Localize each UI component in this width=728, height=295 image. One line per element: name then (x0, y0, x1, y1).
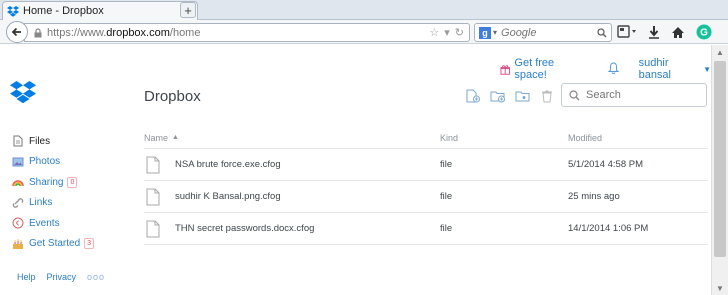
table-header: Name ▲ Kind Modified (144, 127, 708, 149)
sidebar-item-events[interactable]: Events (12, 213, 94, 234)
sidebar-item-get-started[interactable]: Get Started 3 (12, 234, 95, 255)
links-icon (12, 197, 24, 209)
sidebar-item-files[interactable]: Files (12, 131, 94, 152)
reload-icon[interactable]: ↻ (455, 26, 464, 39)
file-icon (146, 220, 160, 237)
dropbox-favicon-icon (7, 6, 19, 17)
file-actions-toolbar (465, 89, 556, 103)
url-text: https://www.dropbox.com/home (47, 26, 201, 39)
table-row[interactable]: THN secret passwords.docx.cfog file 14/1… (144, 213, 708, 245)
file-kind: file (440, 191, 453, 202)
scroll-down-icon[interactable]: ▼ (712, 281, 728, 295)
new-folder-icon[interactable] (490, 89, 506, 103)
scrollbar-thumb[interactable] (714, 61, 726, 257)
file-name[interactable]: sudhir K Bansal.png.cfog (175, 191, 281, 202)
notifications-bell-icon[interactable] (607, 61, 619, 77)
vertical-scrollbar[interactable]: ▲ ▼ (711, 45, 728, 295)
bookmark-star-icon[interactable]: ☆ (429, 26, 439, 39)
tab-strip: Home - Dropbox × + (0, 0, 728, 20)
get-started-icon (12, 238, 24, 250)
get-started-count-badge: 3 (84, 238, 95, 250)
browser-search-bar[interactable]: g ▾ (474, 23, 612, 42)
search-input[interactable] (586, 89, 696, 101)
upload-icon[interactable] (465, 89, 481, 103)
lock-icon (34, 27, 42, 37)
file-icon (146, 188, 160, 205)
delete-icon[interactable] (540, 89, 556, 103)
sidebar-item-sharing[interactable]: Sharing 0 (12, 172, 94, 193)
nav-bar: https://www.dropbox.com/home ☆ ▾ ↻ g ▾ G (0, 20, 728, 44)
file-table: Name ▲ Kind Modified NSA brute force.exe.… (144, 127, 708, 245)
download-icon[interactable] (648, 25, 660, 39)
file-modified: 14/1/2014 1:06 PM (568, 223, 649, 234)
browser-tab[interactable]: Home - Dropbox × (2, 1, 198, 20)
privacy-link[interactable]: Privacy (47, 272, 77, 282)
sharing-count-badge: 0 (67, 176, 78, 188)
reader-view-icon[interactable] (617, 25, 637, 39)
url-bar[interactable]: https://www.dropbox.com/home ☆ ▾ ↻ (24, 23, 470, 42)
sidebar-item-links[interactable]: Links (12, 193, 94, 214)
help-link[interactable]: Help (17, 272, 36, 282)
more-options-icon[interactable]: ooo (87, 272, 105, 282)
search-icon (569, 89, 580, 100)
sidebar-item-photos[interactable]: Photos (12, 152, 94, 173)
events-icon (12, 217, 24, 229)
browser-search-input[interactable] (501, 26, 597, 39)
page-title: Dropbox (144, 88, 201, 105)
search-engine-dropdown-icon[interactable]: ▾ (493, 28, 497, 37)
sort-ascending-icon: ▲ (172, 134, 179, 141)
photos-icon (12, 156, 24, 168)
footer-links: Help Privacy ooo (17, 272, 105, 282)
file-name[interactable]: THN secret passwords.docx.cfog (175, 223, 314, 234)
home-icon[interactable] (671, 26, 685, 39)
file-kind: file (440, 159, 453, 170)
page-content: Get free space! sudhir bansal▼ Dropbox F… (0, 45, 711, 295)
user-menu[interactable]: sudhir bansal ▼ (639, 57, 711, 81)
tab-title: Home - Dropbox (23, 5, 104, 17)
sharing-icon (12, 176, 24, 188)
dropdown-history-icon[interactable]: ▾ (444, 26, 450, 39)
share-folder-icon[interactable] (515, 89, 531, 103)
table-row[interactable]: sudhir K Bansal.png.cfog file 25 mins ag… (144, 181, 708, 213)
new-tab-button[interactable]: + (180, 2, 196, 18)
get-free-space-link[interactable]: Get free space! (500, 57, 586, 81)
magnifier-icon[interactable] (597, 27, 607, 38)
sidebar-nav: Files Photos Sharing 0 Links Events Get … (12, 131, 95, 255)
back-button[interactable] (6, 21, 28, 43)
user-menu-caret-icon: ▼ (703, 64, 711, 74)
google-icon[interactable]: g (479, 26, 491, 39)
column-header-modified[interactable]: Modified (568, 133, 708, 143)
file-modified: 5/1/2014 4:58 PM (568, 159, 643, 170)
back-arrow-icon (11, 27, 21, 37)
files-icon (12, 135, 24, 147)
file-modified: 25 mins ago (568, 191, 620, 202)
file-name[interactable]: NSA brute force.exe.cfog (175, 159, 281, 170)
scroll-up-icon[interactable]: ▲ (712, 45, 728, 59)
file-kind: file (440, 223, 453, 234)
dropbox-search-box[interactable] (561, 83, 707, 107)
gift-icon (500, 64, 510, 75)
column-header-kind[interactable]: Kind (440, 133, 568, 143)
table-row[interactable]: NSA brute force.exe.cfog file 5/1/2014 4… (144, 149, 708, 181)
svg-text:G: G (700, 28, 708, 39)
dropbox-logo-icon[interactable] (10, 80, 36, 104)
column-header-name[interactable]: Name ▲ (144, 133, 440, 143)
file-icon (146, 156, 160, 173)
grammarly-icon[interactable]: G (696, 24, 712, 40)
